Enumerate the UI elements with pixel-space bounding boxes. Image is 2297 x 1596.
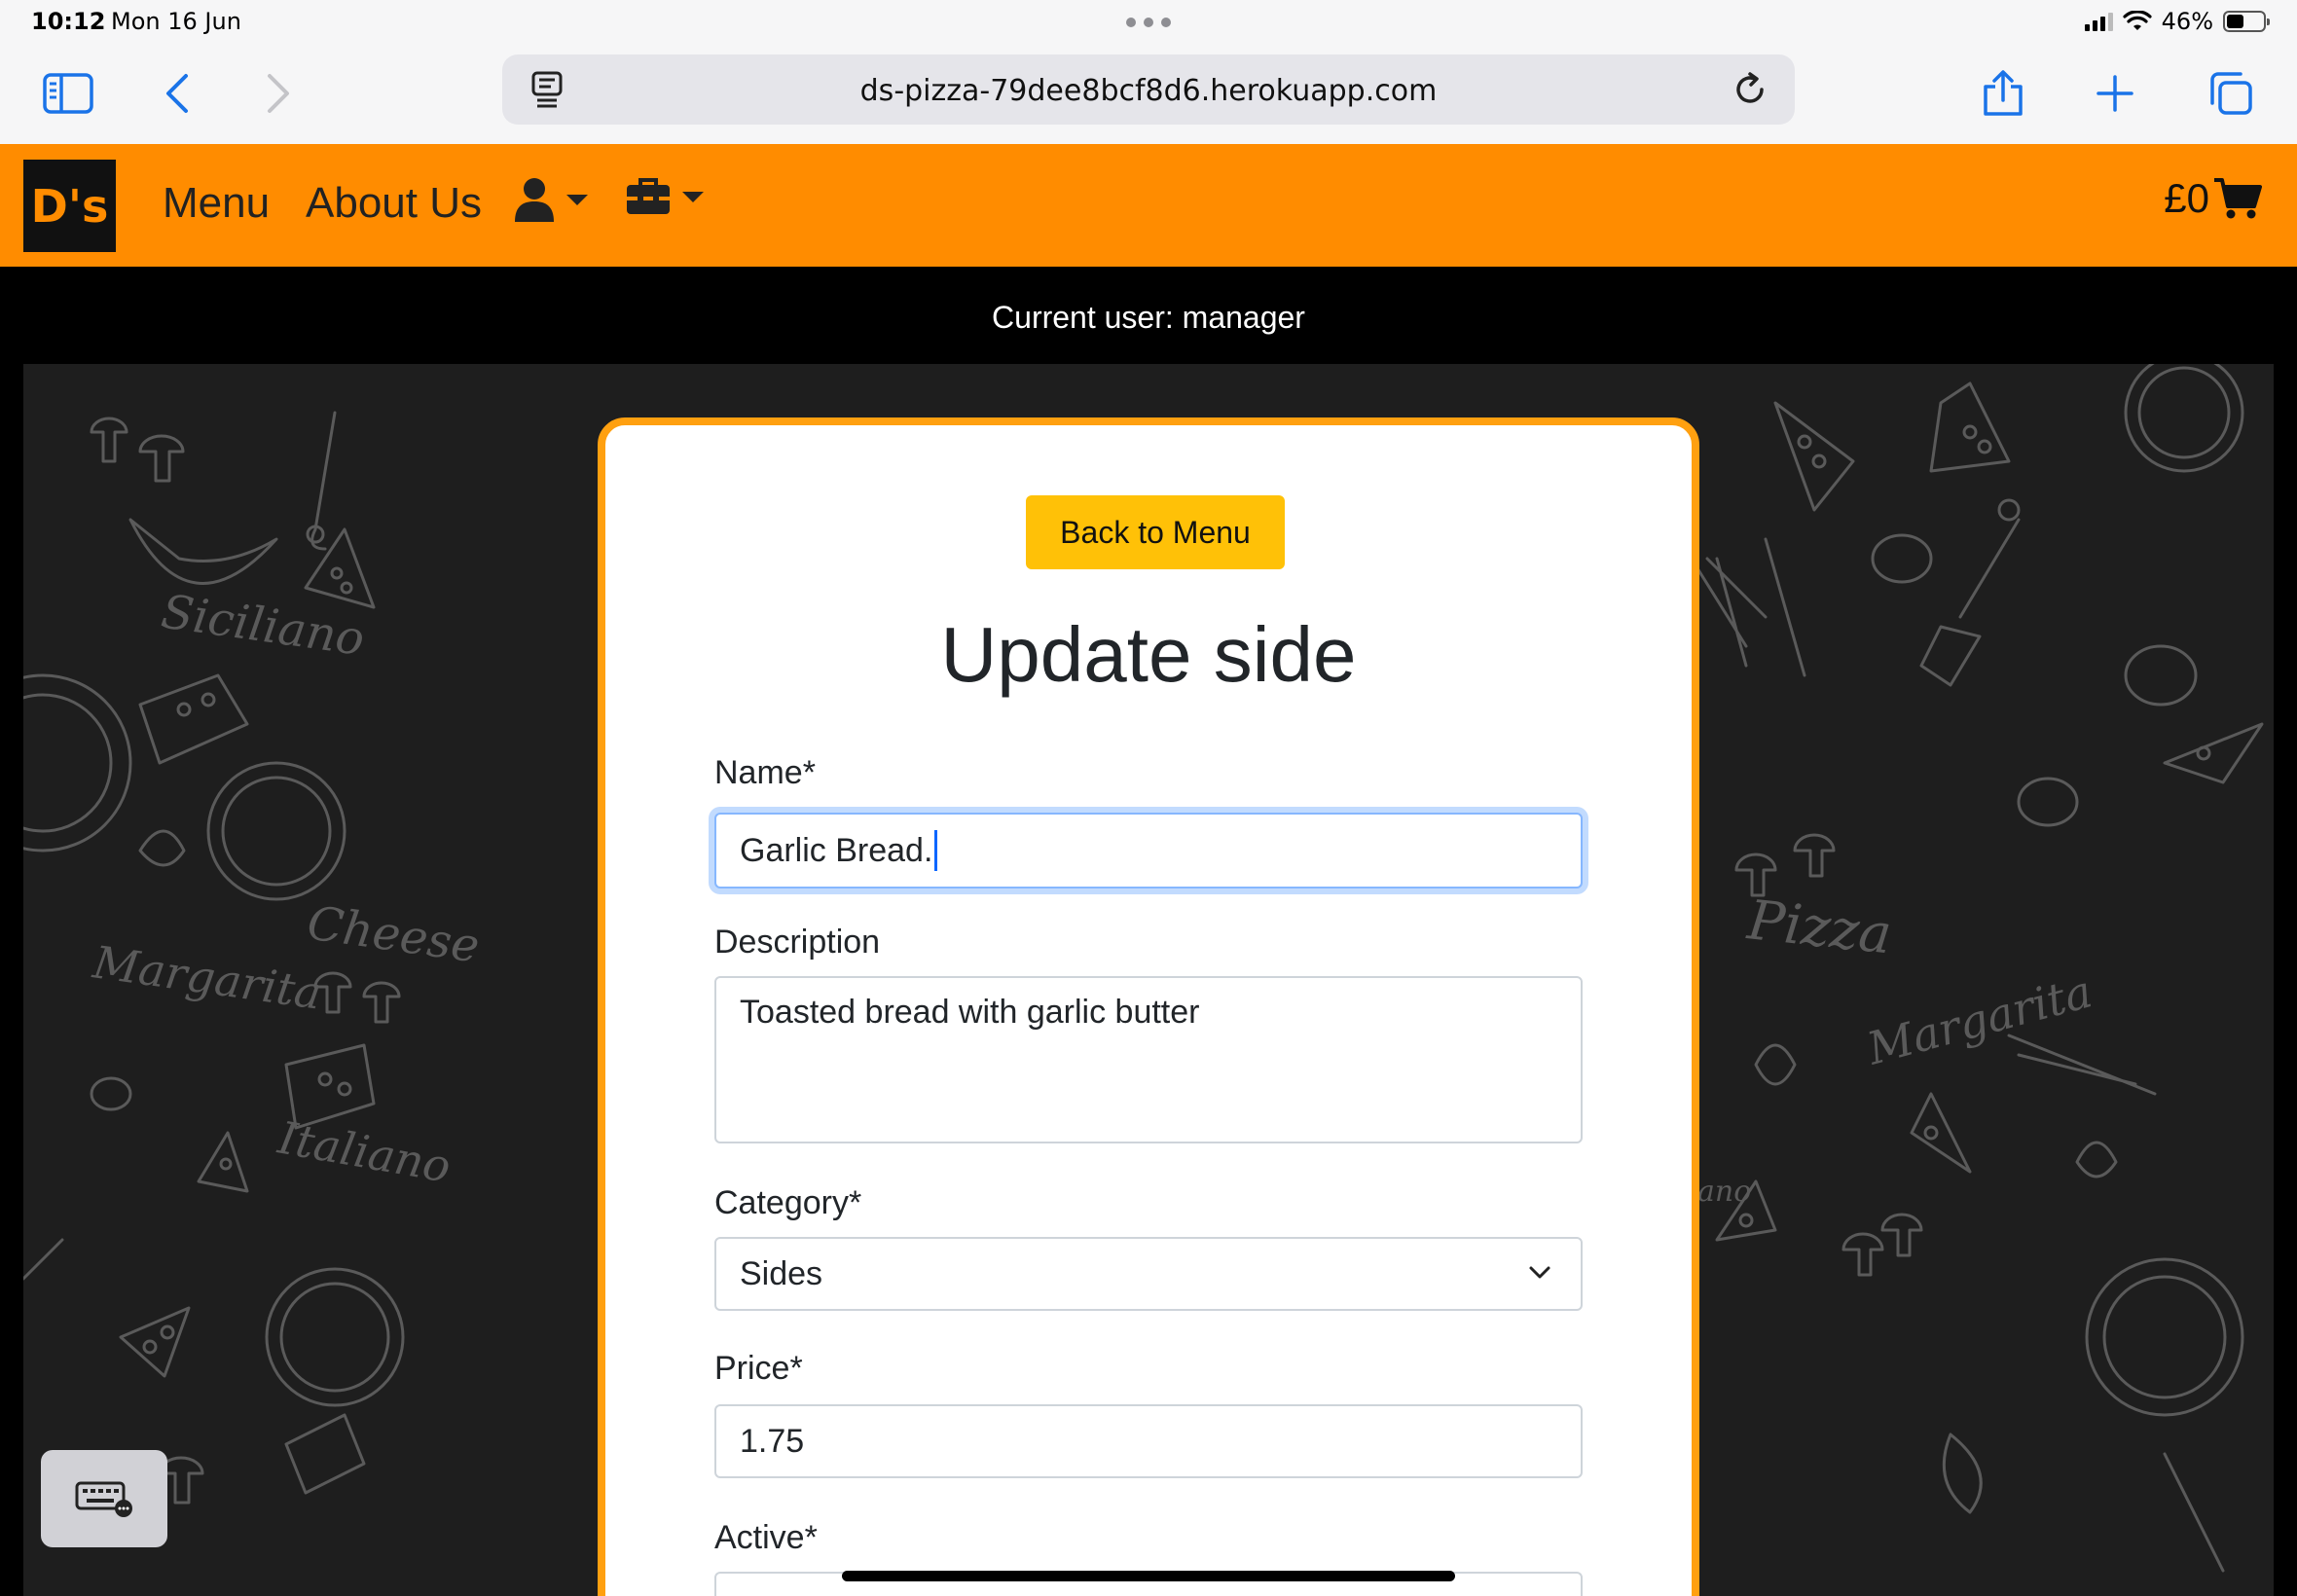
- text-cursor: [934, 830, 938, 871]
- forward-chevron-icon[interactable]: [249, 64, 308, 123]
- chevron-down-icon: [682, 191, 704, 202]
- update-side-card: Back to Menu Update side Name* Garlic Br…: [598, 417, 1699, 1596]
- chalk-word-italiano: Italiano: [273, 1110, 455, 1192]
- status-indicators: 46%: [2084, 8, 2270, 35]
- description-label: Description: [714, 924, 881, 961]
- back-chevron-icon[interactable]: [148, 64, 206, 123]
- chalk-word-ano: ano: [1697, 1175, 1751, 1209]
- cart-icon: [2214, 178, 2262, 219]
- chevron-down-icon: [566, 194, 588, 205]
- toolbox-icon: [627, 178, 670, 214]
- name-value: Garlic Bread.: [740, 831, 933, 869]
- select-chevron-icon: [1529, 1266, 1550, 1279]
- price-label: Price*: [714, 1350, 803, 1387]
- sidebar-icon[interactable]: [39, 64, 97, 123]
- home-indicator: [842, 1571, 1455, 1581]
- share-icon[interactable]: [1974, 64, 2032, 123]
- reload-icon[interactable]: [1729, 68, 1771, 111]
- site-navbar: D's Menu About Us £0: [0, 144, 2297, 267]
- cart-button[interactable]: £0: [2164, 175, 2262, 222]
- management-dropdown[interactable]: [626, 177, 704, 216]
- multitasking-dots-icon[interactable]: [1126, 18, 1171, 27]
- nav-menu-link[interactable]: Menu: [163, 179, 270, 228]
- current-user-text: Current user: manager: [992, 300, 1305, 335]
- address-bar[interactable]: ds-pizza-79dee8bcf8d6.herokuapp.com: [502, 54, 1795, 125]
- chalk-word-pizza: Pizza: [1744, 889, 1895, 966]
- chalk-word-margarita: Margarita: [89, 935, 324, 1019]
- name-field[interactable]: Garlic Bread.: [714, 813, 1583, 889]
- category-label: Category*: [714, 1184, 862, 1221]
- status-bar: 10:12 Mon 16 Jun 46%: [0, 0, 2297, 47]
- name-label: Name*: [714, 754, 816, 791]
- account-dropdown[interactable]: [514, 177, 588, 222]
- wifi-icon: [2123, 11, 2152, 30]
- description-field[interactable]: Toasted bread with garlic butter: [714, 976, 1583, 1143]
- new-tab-icon[interactable]: [2086, 64, 2144, 123]
- browser-toolbar: ds-pizza-79dee8bcf8d6.herokuapp.com: [0, 47, 2297, 144]
- site-logo[interactable]: D's: [23, 160, 116, 252]
- cellular-signal-icon: [2084, 12, 2113, 31]
- status-date: Mon 16 Jun: [111, 8, 241, 35]
- nav-about-link[interactable]: About Us: [306, 179, 482, 228]
- active-label: Active*: [714, 1519, 818, 1556]
- category-select[interactable]: Sides: [714, 1237, 1583, 1311]
- back-to-menu-button[interactable]: Back to Menu: [1026, 495, 1285, 569]
- category-value: Sides: [740, 1254, 823, 1292]
- status-time: 10:12: [31, 8, 106, 35]
- price-value: 1.75: [740, 1422, 805, 1460]
- battery-icon: [2223, 11, 2270, 32]
- keyboard-icon: [75, 1481, 132, 1517]
- description-value: Toasted bread with garlic butter: [740, 994, 1200, 1031]
- chalk-word-margarita-right: Margarita: [1861, 964, 2097, 1075]
- url-text: ds-pizza-79dee8bcf8d6.herokuapp.com: [859, 74, 1438, 108]
- battery-percent: 46%: [2161, 8, 2213, 35]
- cart-total: £0: [2164, 175, 2209, 221]
- price-field[interactable]: 1.75: [714, 1404, 1583, 1478]
- keyboard-toggle-button[interactable]: [41, 1450, 167, 1547]
- user-icon: [515, 178, 554, 222]
- page-title: Update side: [940, 611, 1357, 698]
- current-user-bar: Current user: manager: [0, 267, 2297, 364]
- tabs-icon[interactable]: [2202, 64, 2260, 123]
- chalk-word-cheese: Cheese: [304, 895, 483, 973]
